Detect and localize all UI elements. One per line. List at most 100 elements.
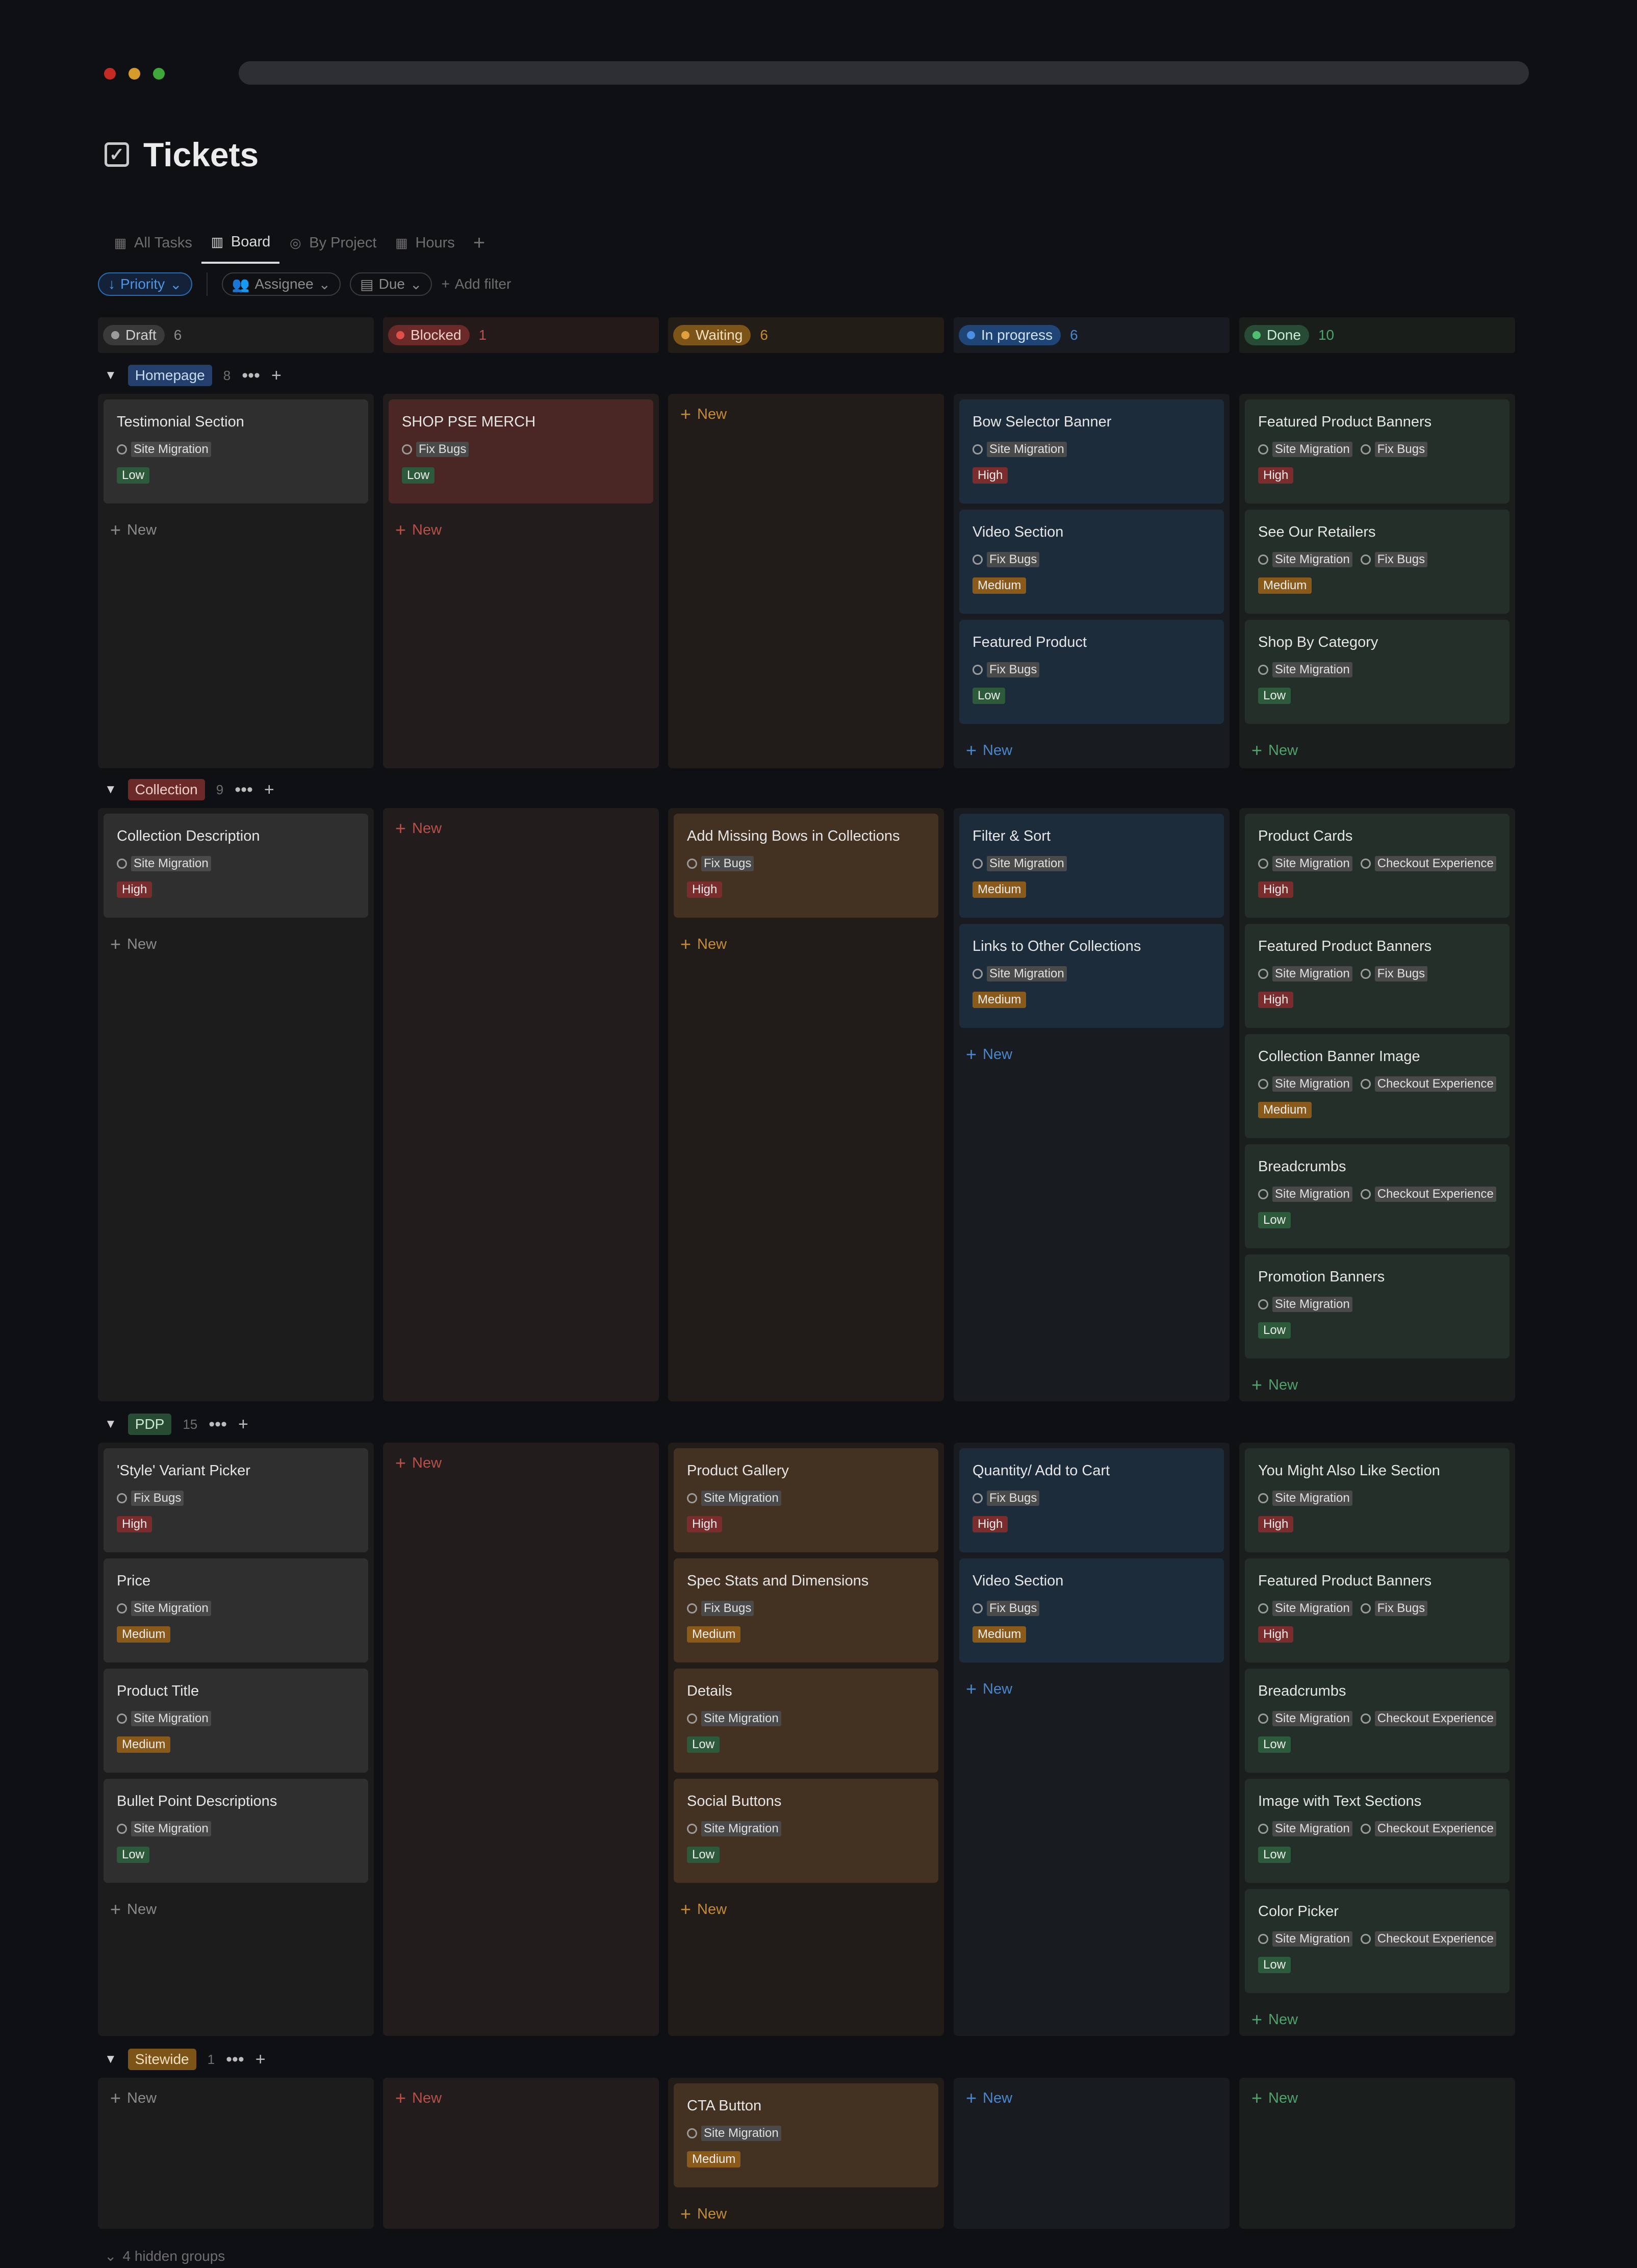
ticket-card[interactable]: See Our Retailers Site Migration Fix Bugs M… <box>1245 510 1510 614</box>
ticket-card[interactable]: Featured Product Banners Site Migration Fi… <box>1245 399 1510 503</box>
new-card-button[interactable]: + New <box>1251 741 1298 760</box>
new-card-button[interactable]: + New <box>680 405 727 423</box>
ticket-card[interactable]: Video Section Fix Bugs Medium <box>959 1558 1224 1662</box>
ticket-card[interactable]: Breadcrumbs Site Migration Checkout Experi… <box>1245 1669 1510 1773</box>
more-options-icon[interactable]: ••• <box>235 781 253 798</box>
new-card-button[interactable]: + New <box>110 1900 157 1919</box>
window-minimize-dot[interactable] <box>129 68 140 80</box>
priority-sort-chip[interactable]: ↓ Priority ⌄ <box>98 272 192 296</box>
calendar-icon: ▤ <box>360 276 374 292</box>
ticket-card[interactable]: Featured Product Banners Site Migration Fi… <box>1245 924 1510 1028</box>
tab-hours[interactable]: ▦ Hours <box>386 228 464 263</box>
ticket-card[interactable]: Featured Product Banners Site Migration Fi… <box>1245 1558 1510 1662</box>
collapse-triangle-icon[interactable]: ▼ <box>105 1417 117 1431</box>
ticket-card[interactable]: Bow Selector Banner Site Migration High <box>959 399 1224 503</box>
ticket-title: Featured Product Banners <box>1258 414 1432 430</box>
ticket-card[interactable]: Collection Description Site Migration High <box>104 814 368 918</box>
ticket-card[interactable]: Details Site Migration Low <box>674 1669 938 1773</box>
ticket-card[interactable]: Product Gallery Site Migration High <box>674 1448 938 1552</box>
ticket-card[interactable]: Social Buttons Site Migration Low <box>674 1779 938 1883</box>
ticket-card[interactable]: Filter & Sort Site Migration Medium <box>959 814 1224 918</box>
ticket-card[interactable]: Video Section Fix Bugs Medium <box>959 510 1224 614</box>
ticket-card[interactable]: Add Missing Bows in Collections Fix Bugs H… <box>674 814 938 918</box>
board-cell: Product Cards Site Migration Checkout Expe… <box>1239 808 1515 1401</box>
column-header-waiting[interactable]: Waiting 6 <box>668 317 944 353</box>
status-dot-icon <box>1252 331 1261 339</box>
collapse-triangle-icon[interactable]: ▼ <box>105 2052 117 2067</box>
column-header-blocked[interactable]: Blocked 1 <box>383 317 659 353</box>
add-filter-button[interactable]: + Add filter <box>441 276 511 292</box>
add-card-plus-icon[interactable]: + <box>255 2051 266 2068</box>
new-card-label: New <box>1268 742 1298 759</box>
window-close-dot[interactable] <box>104 68 116 80</box>
new-card-button[interactable]: + New <box>110 2089 157 2107</box>
add-card-plus-icon[interactable]: + <box>264 781 274 798</box>
new-card-button[interactable]: + New <box>395 819 442 838</box>
more-options-icon[interactable]: ••• <box>209 1416 227 1433</box>
column-header-in-progress[interactable]: In progress 6 <box>954 317 1230 353</box>
address-bar[interactable] <box>239 61 1529 85</box>
new-card-button[interactable]: + New <box>1251 1376 1298 1394</box>
add-card-plus-icon[interactable]: + <box>271 367 282 384</box>
new-card-button[interactable]: + New <box>966 2089 1012 2107</box>
ticket-card[interactable]: SHOP PSE MERCH Fix Bugs Low <box>389 399 653 503</box>
chevron-down-icon: ⌄ <box>105 2248 117 2264</box>
column-header-draft[interactable]: Draft 6 <box>98 317 374 353</box>
new-card-button[interactable]: + New <box>110 521 157 539</box>
ticket-tags: Site Migration <box>1258 662 1496 677</box>
ticket-card[interactable]: Testimonial Section Site Migration Low <box>104 399 368 503</box>
new-card-button[interactable]: + New <box>966 1680 1012 1698</box>
ticket-card[interactable]: Promotion Banners Site Migration Low <box>1245 1254 1510 1358</box>
collapse-triangle-icon[interactable]: ▼ <box>105 368 117 383</box>
ticket-card[interactable]: Image with Text Sections Site Migration Ch… <box>1245 1779 1510 1883</box>
project-tag: Site Migration <box>687 1821 781 1836</box>
priority-badge: Medium <box>973 992 1027 1008</box>
window-maximize-dot[interactable] <box>153 68 165 80</box>
assignee-filter-chip[interactable]: 👥 Assignee ⌄ <box>221 272 341 296</box>
new-card-button[interactable]: + New <box>110 935 157 953</box>
new-card-button[interactable]: + New <box>395 2089 442 2107</box>
project-tag-label: Site Migration <box>1272 662 1352 677</box>
new-card-button[interactable]: + New <box>1251 2010 1298 2029</box>
ticket-card[interactable]: CTA Button Site Migration Medium <box>674 2083 938 2187</box>
new-card-button[interactable]: + New <box>680 2205 727 2223</box>
tab-by-project[interactable]: ◎ By Project <box>279 228 386 263</box>
ticket-card[interactable]: Spec Stats and Dimensions Fix Bugs Medium <box>674 1558 938 1662</box>
ticket-card[interactable]: Product Title Site Migration Medium <box>104 1669 368 1773</box>
ticket-card[interactable]: Featured Product Fix Bugs Low <box>959 620 1224 724</box>
column-header-done[interactable]: Done 10 <box>1239 317 1515 353</box>
new-card-button[interactable]: + New <box>1251 2089 1298 2107</box>
more-options-icon[interactable]: ••• <box>242 367 260 384</box>
new-card-button[interactable]: + New <box>680 1900 727 1919</box>
new-card-button[interactable]: + New <box>395 521 442 539</box>
plus-icon: + <box>110 519 121 540</box>
ticket-card[interactable]: Color Picker Site Migration Checkout Exper… <box>1245 1889 1510 1993</box>
ticket-card[interactable]: Product Cards Site Migration Checkout Expe… <box>1245 814 1510 918</box>
tab-all-tasks[interactable]: ▦ All Tasks <box>105 228 201 263</box>
ticket-card[interactable]: Bullet Point Descriptions Site Migration L… <box>104 1779 368 1883</box>
target-icon <box>973 665 983 675</box>
ticket-tags: Site Migration <box>117 1711 355 1726</box>
due-filter-chip[interactable]: ▤ Due ⌄ <box>350 272 432 296</box>
hidden-groups-toggle[interactable]: ⌄ 4 hidden groups <box>105 2248 225 2264</box>
ticket-card[interactable]: Collection Banner Image Site Migration Che… <box>1245 1034 1510 1138</box>
ticket-card[interactable]: You Might Also Like Section Site Migratio… <box>1245 1448 1510 1552</box>
project-tag: Site Migration <box>687 1711 781 1726</box>
tab-board[interactable]: ▥ Board <box>201 226 280 264</box>
new-card-button[interactable]: + New <box>395 1454 442 1472</box>
ticket-card[interactable]: Links to Other Collections Site Migration… <box>959 924 1224 1028</box>
collapse-triangle-icon[interactable]: ▼ <box>105 783 117 797</box>
more-options-icon[interactable]: ••• <box>226 2051 244 2068</box>
add-card-plus-icon[interactable]: + <box>238 1416 248 1433</box>
new-card-button[interactable]: + New <box>966 1045 1012 1064</box>
add-view-button[interactable]: + <box>464 224 494 266</box>
ticket-card[interactable]: Quantity/ Add to Cart Fix Bugs High <box>959 1448 1224 1552</box>
board-cell: CTA Button Site Migration Medium + New <box>668 2078 944 2229</box>
ticket-card[interactable]: 'Style' Variant Picker Fix Bugs High <box>104 1448 368 1552</box>
ticket-card[interactable]: Price Site Migration Medium <box>104 1558 368 1662</box>
ticket-card[interactable]: Shop By Category Site Migration Low <box>1245 620 1510 724</box>
ticket-card[interactable]: Breadcrumbs Site Migration Checkout Experi… <box>1245 1144 1510 1248</box>
new-card-button[interactable]: + New <box>966 741 1012 760</box>
ticket-tags: Site Migration Checkout Experience <box>1258 856 1496 871</box>
new-card-button[interactable]: + New <box>680 935 727 953</box>
